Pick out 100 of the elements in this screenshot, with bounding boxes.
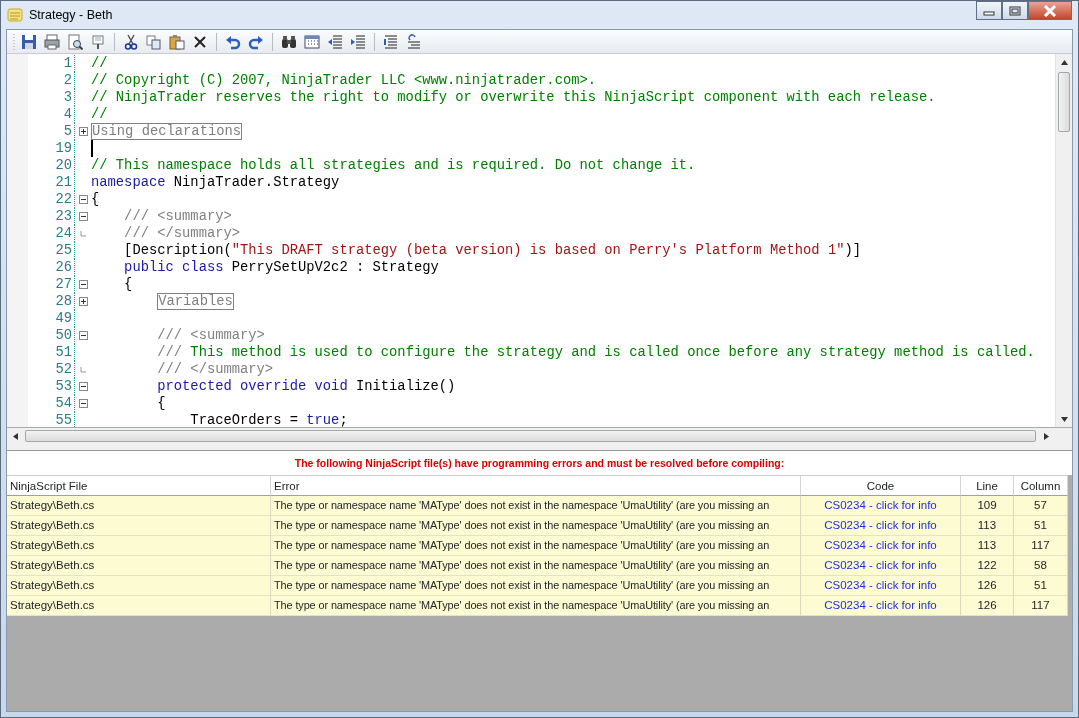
table-cell: Strategy\Beth.cs (7, 515, 271, 536)
table-cell: The type or namespace name 'MAType' does not exist in the namespace 'UmaUtility' (are you missing an (271, 515, 801, 536)
table-cell: The type or namespace name 'MAType' does not exist in the namespace 'UmaUtility' (are you missing an (271, 495, 801, 516)
line-number: 51 (28, 344, 75, 361)
code-line: TraceOrders = true; (189, 412, 348, 427)
column-header[interactable]: Line (961, 474, 1014, 496)
table-cell: 51 (1014, 575, 1068, 596)
vertical-scrollbar[interactable] (1055, 54, 1072, 427)
lines-icon (383, 33, 399, 50)
code-line: namespace NinjaTrader.Strategy (91, 174, 340, 191)
line-number: 28 (28, 293, 75, 310)
code-line: // Copyright (C) 2007, NinjaTrader LLC <www.ninjatrader.com>. (91, 72, 597, 89)
line-number: 19 (28, 140, 75, 157)
copy-icon (146, 33, 162, 50)
table-cell: 58 (1014, 555, 1068, 576)
line-number: 5 (28, 123, 75, 140)
expand-icon[interactable] (78, 297, 88, 306)
collapse-icon[interactable] (78, 280, 88, 289)
table-cell: 57 (1014, 495, 1068, 516)
line-number: 26 (28, 259, 75, 276)
code-line: // NinjaTrader reserves the right to modify or overwrite this NinjaScript component with each release. (91, 89, 936, 106)
code-line: /// <summary> (156, 327, 265, 344)
line-number: 21 (28, 174, 75, 191)
code-line: { (156, 395, 166, 412)
maximize-button[interactable] (1002, 1, 1028, 20)
collapse-icon[interactable] (78, 399, 88, 408)
table-cell: Strategy\Beth.cs (7, 495, 271, 516)
table-cell: Strategy\Beth.cs (7, 535, 271, 556)
print-button[interactable] (42, 31, 62, 52)
scroll-thumb[interactable] (1058, 72, 1070, 132)
scroll-thumb[interactable] (25, 430, 1036, 442)
code-line: { (91, 191, 100, 208)
table-cell: The type or namespace name 'MAType' does not exist in the namespace 'UmaUtility' (are you missing an (271, 535, 801, 556)
line-number: 25 (28, 242, 75, 259)
line-number: 24 (28, 225, 75, 242)
calendar-icon (304, 33, 320, 50)
column-header[interactable]: NinjaScript File (7, 474, 271, 496)
column-header[interactable]: Code (801, 474, 961, 496)
line-number: 22 (28, 191, 75, 208)
line-number: 53 (28, 378, 75, 395)
code-line: /// </summary> (123, 225, 241, 242)
line-number: 20 (28, 157, 75, 174)
line-number: 27 (28, 276, 75, 293)
lines-icon (406, 33, 422, 50)
undo-icon (225, 33, 241, 50)
line-number: 4 (28, 106, 75, 123)
code-line: // (91, 55, 108, 72)
line-number: 2 (28, 72, 75, 89)
table-cell: Strategy\Beth.cs (7, 575, 271, 596)
scroll-down-icon[interactable] (1060, 415, 1068, 423)
code-line: /// </summary> (156, 361, 274, 378)
collapse-icon[interactable] (78, 212, 88, 221)
table-cell: 126 (961, 595, 1014, 616)
scroll-up-icon[interactable] (1060, 58, 1068, 66)
code-line: /// This method is used to configure the strategy and is called once before any strategy method is called. (156, 344, 1035, 361)
line-number: 3 (28, 89, 75, 106)
table-cell: 122 (961, 555, 1014, 576)
save-icon (21, 33, 37, 50)
minimize-button[interactable] (976, 1, 1002, 20)
collapse-icon[interactable] (78, 331, 88, 340)
delete-icon (192, 33, 208, 50)
scroll-left-icon[interactable] (11, 432, 19, 440)
code-line: { (123, 276, 133, 293)
window-title: Strategy - Beth (29, 6, 113, 24)
outdent-icon (327, 33, 343, 50)
scroll-right-icon[interactable] (1042, 432, 1050, 440)
line-number: 52 (28, 361, 75, 378)
table-cell: 113 (961, 535, 1014, 556)
indent-icon (350, 33, 366, 50)
table-cell: 109 (961, 495, 1014, 516)
error-message: The following NinjaScript file(s) have programming errors and must be resolved before compiling: (7, 451, 1072, 475)
line-number: 54 (28, 395, 75, 412)
table-cell: The type or namespace name 'MAType' does not exist in the namespace 'UmaUtility' (are you missing an (271, 575, 801, 596)
column-header[interactable]: Error (271, 474, 801, 496)
table-cell: 126 (961, 575, 1014, 596)
collapse-icon[interactable] (78, 195, 88, 204)
table-cell: The type or namespace name 'MAType' does not exist in the namespace 'UmaUtility' (are you missing an (271, 555, 801, 576)
redo-icon (248, 33, 264, 50)
table-cell: 51 (1014, 515, 1068, 536)
line-number: 1 (28, 55, 75, 72)
maximize-icon (1009, 5, 1021, 16)
close-icon (1043, 4, 1057, 17)
table-cell: The type or namespace name 'MAType' does not exist in the namespace 'UmaUtility' (are you missing an (271, 595, 801, 616)
cut-icon (123, 33, 139, 50)
print-preview-button[interactable] (65, 31, 85, 52)
column-header[interactable]: Column (1014, 474, 1068, 496)
expand-icon[interactable] (78, 127, 88, 136)
table-cell: 113 (961, 515, 1014, 536)
code-line: // This namespace holds all strategies and is required. Do not change it. (91, 157, 696, 174)
table-cell: 117 (1014, 595, 1068, 616)
fold-end-icon (79, 366, 87, 373)
pushpin-icon (90, 33, 106, 50)
line-number: 23 (28, 208, 75, 225)
table-cell: Strategy\Beth.cs (7, 555, 271, 576)
close-button[interactable] (1028, 1, 1072, 20)
code-line: // (91, 106, 108, 123)
code-line: [Description("This DRAFT strategy (beta version) is based on Perry's Platform Method 1")] (123, 242, 861, 259)
code-line: protected override void Initialize() (156, 378, 456, 395)
print-icon (44, 33, 60, 50)
collapse-icon[interactable] (78, 382, 88, 391)
